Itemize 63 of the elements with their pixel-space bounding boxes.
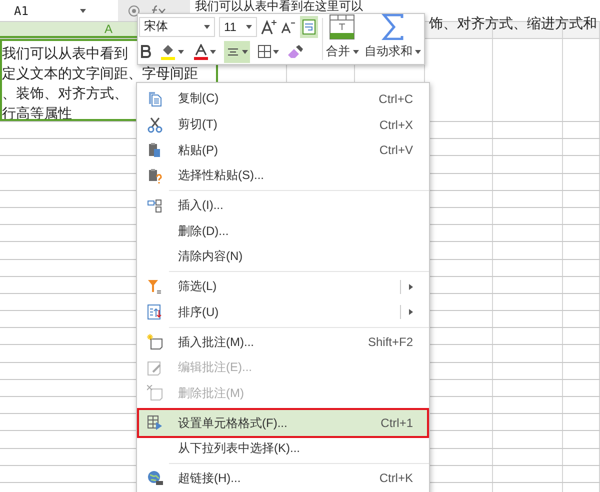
shortcut-label: Ctrl+C	[378, 92, 413, 106]
caret-icon	[352, 50, 359, 54]
cell-text: 定义文本的文字间距、字母间距	[2, 64, 198, 83]
wrap-text-button[interactable]	[300, 16, 318, 38]
zoom-icon[interactable]	[128, 4, 140, 16]
submenu-arrow-icon	[409, 284, 413, 290]
bold-icon[interactable]	[141, 45, 152, 58]
scissors-icon	[147, 116, 163, 133]
insert-cells-icon	[147, 198, 163, 214]
caret-icon	[273, 50, 279, 54]
clipboard-question-icon	[147, 168, 163, 184]
caret-icon	[246, 24, 252, 28]
cell-text: 我们可以从表中看到	[2, 44, 128, 63]
align-center-icon	[226, 46, 240, 58]
menu-item[interactable]: 从下拉列表中选择(K)...	[139, 436, 427, 462]
grow-font-icon[interactable]	[261, 18, 277, 34]
caret-icon	[204, 24, 210, 28]
autosum-button[interactable]: 自动求和	[364, 14, 422, 60]
caret-icon	[80, 8, 86, 12]
menu-item[interactable]: 选择性粘贴(S)...	[139, 163, 427, 189]
name-box[interactable]: A1	[14, 4, 28, 18]
align-center-button[interactable]	[224, 40, 250, 62]
font-size-dropdown[interactable]: 11	[219, 16, 257, 36]
format-cells-icon	[147, 415, 163, 432]
sort-icon	[147, 304, 163, 320]
copy-icon	[147, 90, 163, 107]
caret-icon	[415, 50, 422, 54]
clipboard-icon	[147, 142, 163, 158]
new-note-icon	[147, 334, 163, 350]
caret-icon	[210, 50, 216, 54]
caret-icon	[242, 50, 248, 54]
edit-note-icon	[147, 360, 163, 376]
shortcut-label: Ctrl+K	[379, 471, 413, 486]
borders-icon	[258, 45, 271, 58]
submenu-arrow-icon	[409, 309, 413, 316]
menu-item[interactable]: 超链接(H)... Ctrl+K	[139, 466, 427, 492]
font-dropdown[interactable]: 宋体	[139, 16, 215, 36]
menu-item[interactable]: 插入(I)...	[139, 192, 427, 218]
merge-button[interactable]: 合并	[326, 14, 359, 60]
menu-item[interactable]: 清除内容(N)	[139, 244, 427, 270]
shrink-font-icon[interactable]	[281, 20, 296, 34]
menu-item[interactable]: 删除(D)...	[139, 218, 427, 244]
caret-icon	[178, 50, 184, 54]
funnel-icon	[147, 278, 163, 295]
menu-item[interactable]: 筛选(L)	[139, 274, 427, 300]
shortcut-label: Ctrl+V	[379, 143, 413, 158]
menu-item[interactable]: 插入批注(M)... Shift+F2	[139, 329, 427, 355]
shortcut-label: Ctrl+X	[379, 118, 413, 132]
formula-text: 饰、对齐方式、缩进方式和	[429, 15, 597, 31]
paint-bucket-icon	[160, 44, 176, 60]
menu-item[interactable]: 设置单元格格式(F)... Ctrl+1	[139, 410, 427, 436]
shortcut-label: Ctrl+1	[380, 416, 413, 430]
menu-item[interactable]: 排序(U)	[139, 300, 427, 326]
wrap-text-icon	[302, 18, 316, 34]
font-color-icon	[194, 44, 208, 60]
eraser-icon[interactable]	[287, 44, 303, 58]
sigma-icon	[380, 14, 405, 40]
menu-item[interactable]: 粘贴(P) Ctrl+V	[139, 137, 427, 164]
delete-note-icon	[147, 385, 163, 402]
formula-text: 我们可以从表中看到在这里可以	[195, 0, 363, 13]
cell-text: 、装饰、对齐方式、	[2, 84, 128, 103]
globe-link-icon	[147, 470, 163, 486]
shortcut-label: Shift+F2	[368, 335, 413, 350]
